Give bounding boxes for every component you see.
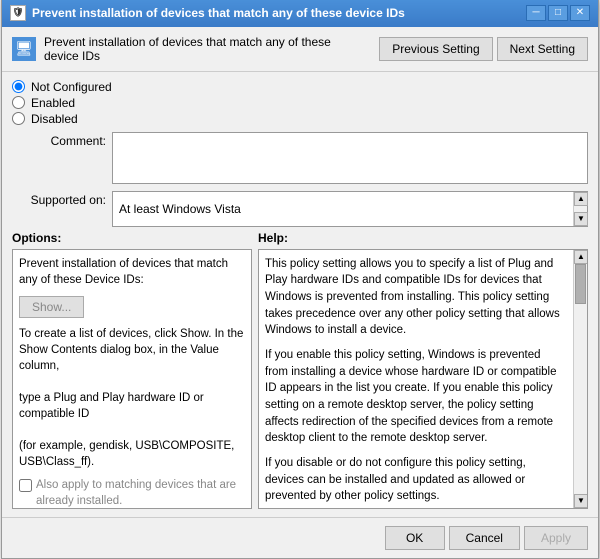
header-row: 🖥 Prevent installation of devices that m… [2,27,598,72]
header-title: Prevent installation of devices that mat… [44,35,344,63]
apply-button[interactable]: Apply [524,526,588,550]
supported-field: At least Windows Vista ▲ ▼ [112,191,588,227]
title-bar-controls: ─ □ ✕ [526,5,590,21]
help-text: This policy setting allows you to specif… [265,256,565,505]
policy-icon: 🖥 [12,37,36,61]
options-box: Prevent installation of devices that mat… [12,249,252,509]
help-column: Help: This policy setting allows you to … [258,231,588,509]
checkbox-row: Also apply to matching devices that are … [19,477,245,509]
footer: OK Cancel Apply [2,517,598,558]
options-column: Options: Prevent installation of devices… [12,231,252,509]
help-scroll-up[interactable]: ▲ [574,250,588,264]
supported-value-box: At least Windows Vista ▲ ▼ [112,191,588,227]
radio-disabled-label: Disabled [31,112,78,126]
help-box: This policy setting allows you to specif… [258,249,588,509]
scroll-down-arrow[interactable]: ▼ [574,212,588,226]
checkbox-label: Also apply to matching devices that are … [36,477,245,509]
comment-label: Comment: [12,132,112,187]
help-para-1: This policy setting allows you to specif… [265,256,565,339]
window-title: Prevent installation of devices that mat… [32,6,405,20]
radio-not-configured[interactable]: Not Configured [12,80,588,94]
minimize-button[interactable]: ─ [526,5,546,21]
show-button[interactable]: Show... [19,296,84,318]
options-instructions: To create a list of devices, click Show.… [19,326,245,471]
window-icon: 🛡 [10,5,26,21]
header-buttons: Previous Setting Next Setting [379,37,588,61]
options-label: Options: [12,231,252,245]
help-scroll-thumb [575,264,586,304]
scroll-up-arrow[interactable]: ▲ [574,192,588,206]
comment-textarea[interactable] [112,132,588,184]
help-label: Help: [258,231,588,245]
previous-setting-button[interactable]: Previous Setting [379,37,492,61]
maximize-button[interactable]: □ [548,5,568,21]
help-scrollbar: ▲ ▼ [573,250,587,508]
title-bar: 🛡 Prevent installation of devices that m… [2,0,598,27]
help-scroll-track [574,264,587,494]
comment-field [112,132,588,187]
ok-button[interactable]: OK [385,526,445,550]
content-area: Not Configured Enabled Disabled Comment:… [2,72,598,517]
main-window: 🛡 Prevent installation of devices that m… [1,0,599,559]
radio-section: Not Configured Enabled Disabled [12,80,588,126]
supported-label: Supported on: [12,191,112,227]
supported-scrollbar: ▲ ▼ [573,192,587,226]
radio-disabled[interactable]: Disabled [12,112,588,126]
next-setting-button[interactable]: Next Setting [497,37,588,61]
radio-enabled-input[interactable] [12,96,25,109]
help-para-2: If you enable this policy setting, Windo… [265,347,565,447]
options-description: Prevent installation of devices that mat… [19,256,245,288]
radio-enabled[interactable]: Enabled [12,96,588,110]
two-col-section: Options: Prevent installation of devices… [12,231,588,509]
radio-disabled-input[interactable] [12,112,25,125]
title-bar-left: 🛡 Prevent installation of devices that m… [10,5,405,21]
help-para-3: If you disable or do not configure this … [265,455,565,505]
cancel-button[interactable]: Cancel [449,526,520,550]
help-scroll-down[interactable]: ▼ [574,494,588,508]
radio-not-configured-label: Not Configured [31,80,112,94]
supported-row: Supported on: At least Windows Vista ▲ ▼ [12,191,588,227]
radio-enabled-label: Enabled [31,96,75,110]
radio-not-configured-input[interactable] [12,80,25,93]
header-left: 🖥 Prevent installation of devices that m… [12,35,344,63]
close-button[interactable]: ✕ [570,5,590,21]
comment-row: Comment: [12,132,588,187]
apply-checkbox[interactable] [19,479,32,492]
supported-value: At least Windows Vista [119,202,241,216]
